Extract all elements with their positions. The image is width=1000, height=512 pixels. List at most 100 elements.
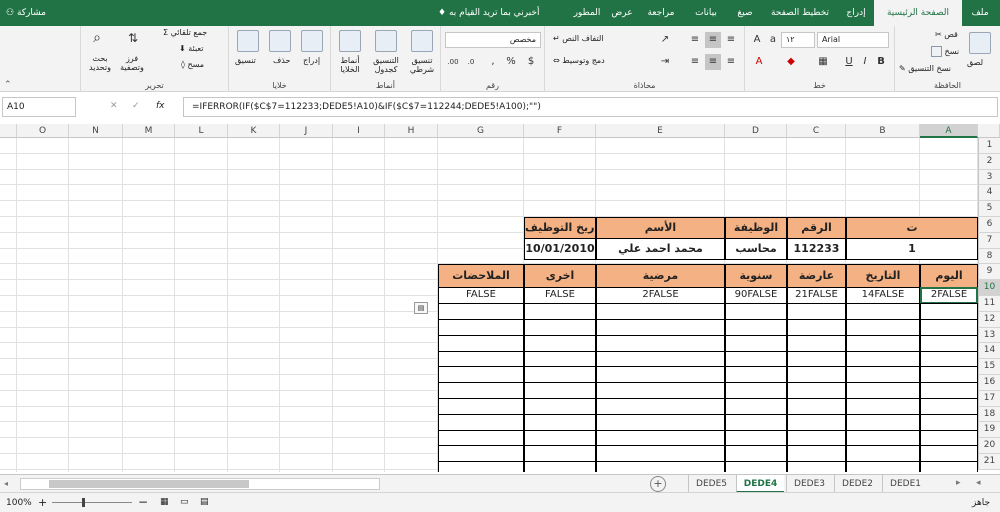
table-cell-empty[interactable] bbox=[725, 461, 787, 472]
table-cell-r10-c0[interactable]: 2FALSE bbox=[920, 287, 978, 305]
table-cell-empty[interactable] bbox=[787, 461, 846, 472]
row-header-10[interactable]: 10 bbox=[978, 280, 1000, 296]
column-header-m[interactable]: M bbox=[123, 124, 175, 138]
table-cell-empty[interactable] bbox=[438, 318, 524, 336]
table-cell-empty[interactable] bbox=[524, 445, 596, 463]
table-cell-empty[interactable] bbox=[524, 350, 596, 368]
insert-function-icon[interactable]: fx bbox=[156, 101, 165, 111]
table-cell-empty[interactable] bbox=[596, 334, 725, 352]
cut-button[interactable]: ✂ قص bbox=[935, 30, 958, 39]
page-break-view-icon[interactable]: ▦ bbox=[160, 497, 169, 507]
table-cell-empty[interactable] bbox=[438, 429, 524, 447]
normal-view-icon[interactable]: ▤ bbox=[200, 497, 209, 507]
column-header-f[interactable]: F bbox=[524, 124, 596, 138]
column-header-o[interactable]: O bbox=[17, 124, 69, 138]
font-color-icon[interactable]: A bbox=[751, 54, 767, 70]
column-header-g[interactable]: G bbox=[438, 124, 524, 138]
borders-icon[interactable]: ▦ bbox=[815, 54, 831, 70]
tab-insert[interactable]: إدراج bbox=[838, 0, 874, 26]
table-cell-empty[interactable] bbox=[787, 397, 846, 415]
indent-icon[interactable]: ⇥ bbox=[657, 54, 673, 70]
table-cell-empty[interactable] bbox=[787, 303, 846, 320]
table-cell-empty[interactable] bbox=[846, 318, 920, 336]
cancel-icon[interactable]: ✕ bbox=[110, 101, 118, 111]
collapse-ribbon-icon[interactable]: ⌃ bbox=[4, 80, 12, 90]
table-cell-empty[interactable] bbox=[787, 318, 846, 336]
table-cell-r10-c2[interactable]: 21FALSE bbox=[787, 287, 846, 305]
name-box[interactable]: A10 bbox=[2, 97, 76, 117]
table-cell-empty[interactable] bbox=[725, 413, 787, 431]
table-cell-empty[interactable] bbox=[846, 445, 920, 463]
table-cell-empty[interactable] bbox=[596, 303, 725, 320]
sheet-tab-dede2[interactable]: DEDE2 bbox=[834, 475, 880, 493]
column-header-n[interactable]: N bbox=[69, 124, 123, 138]
orientation-icon[interactable]: ↗ bbox=[657, 32, 673, 48]
conditional-format-button[interactable]: تنسيق شرطي bbox=[403, 56, 441, 74]
row-header-16[interactable]: 16 bbox=[978, 375, 1000, 391]
table-cell-empty[interactable] bbox=[920, 429, 978, 447]
page-layout-view-icon[interactable]: ▭ bbox=[180, 497, 189, 507]
fill-button[interactable]: ⬇ تعبئة bbox=[179, 44, 203, 53]
scroll-left-icon[interactable]: ◂ bbox=[4, 479, 12, 488]
zoom-level[interactable]: 100% bbox=[6, 498, 32, 508]
wrap-text-button[interactable]: ↵ التفاف النص bbox=[553, 34, 604, 43]
row-header-1[interactable]: 1 bbox=[978, 138, 1000, 154]
table-cell-empty[interactable] bbox=[524, 366, 596, 384]
currency-icon[interactable]: $ bbox=[523, 54, 539, 70]
column-header-e[interactable]: E bbox=[596, 124, 725, 138]
table-cell-empty[interactable] bbox=[596, 366, 725, 384]
insert-cells-button[interactable]: إدراج bbox=[303, 56, 320, 65]
format-as-table-button[interactable]: التنسيق كجدول bbox=[367, 56, 405, 74]
tell-me-box[interactable]: ♦ أخبرني بما تريد القيام به bbox=[438, 0, 539, 26]
sheet-nav-right-icon[interactable]: ▸ bbox=[956, 478, 961, 488]
percent-icon[interactable]: % bbox=[503, 54, 519, 70]
table-cell-empty[interactable] bbox=[438, 303, 524, 320]
enter-icon[interactable]: ✓ bbox=[132, 101, 140, 111]
row-header-8[interactable]: 8 bbox=[978, 248, 1000, 265]
table-cell-empty[interactable] bbox=[725, 334, 787, 352]
align-center-icon[interactable]: ≡ bbox=[705, 54, 721, 70]
table-cell-empty[interactable] bbox=[787, 382, 846, 399]
table-cell-empty[interactable] bbox=[920, 445, 978, 463]
table-cell-empty[interactable] bbox=[846, 334, 920, 352]
info-header-2[interactable]: الوظيفة bbox=[725, 217, 787, 240]
table-cell-empty[interactable] bbox=[438, 461, 524, 472]
table-cell-empty[interactable] bbox=[524, 461, 596, 472]
table-cell-empty[interactable] bbox=[524, 429, 596, 447]
align-right-icon[interactable]: ≡ bbox=[723, 54, 739, 70]
table-header-6[interactable]: الملاحضات bbox=[438, 264, 524, 289]
table-cell-empty[interactable] bbox=[725, 429, 787, 447]
font-size-combo[interactable]: ١٢ bbox=[781, 32, 815, 48]
info-header-3[interactable]: الأسم bbox=[596, 217, 725, 240]
table-cell-empty[interactable] bbox=[438, 350, 524, 368]
merge-center-button[interactable]: ⇔ دمج وتوسيط bbox=[553, 56, 605, 65]
paste-button[interactable]: لصق bbox=[967, 58, 983, 67]
tab-view[interactable]: عرض bbox=[606, 0, 638, 26]
row-header-9[interactable]: 9 bbox=[978, 264, 1000, 281]
info-value-0[interactable]: 1 bbox=[846, 238, 978, 260]
table-cell-empty[interactable] bbox=[920, 413, 978, 431]
increase-decimal-icon[interactable]: .0 bbox=[463, 54, 479, 70]
table-cell-empty[interactable] bbox=[846, 366, 920, 384]
number-format-combo[interactable]: مخصص bbox=[445, 32, 541, 48]
table-cell-empty[interactable] bbox=[596, 413, 725, 431]
font-name-combo[interactable]: Arial bbox=[817, 32, 889, 48]
sheet-tab-dede5[interactable]: DEDE5 bbox=[688, 475, 734, 493]
row-header-11[interactable]: 11 bbox=[978, 296, 1000, 312]
table-cell-empty[interactable] bbox=[920, 382, 978, 399]
sheet-tab-dede3[interactable]: DEDE3 bbox=[786, 475, 832, 493]
column-header-k[interactable]: K bbox=[228, 124, 280, 138]
sheet-tab-dede1[interactable]: DEDE1 bbox=[882, 475, 928, 493]
share-button[interactable]: ⚇ مشاركة bbox=[6, 0, 46, 26]
tab-data[interactable]: بيانات bbox=[684, 0, 728, 26]
row-header-13[interactable]: 13 bbox=[978, 327, 1000, 344]
table-cell-empty[interactable] bbox=[920, 397, 978, 415]
row-header-12[interactable]: 12 bbox=[978, 311, 1000, 328]
select-all-corner[interactable] bbox=[978, 124, 1000, 138]
row-header-5[interactable]: 5 bbox=[978, 201, 1000, 217]
align-top-icon[interactable]: ≡ bbox=[723, 32, 739, 48]
table-cell-empty[interactable] bbox=[438, 397, 524, 415]
table-cell-r10-c4[interactable]: 2FALSE bbox=[596, 287, 725, 305]
table-cell-empty[interactable] bbox=[524, 334, 596, 352]
table-cell-empty[interactable] bbox=[438, 413, 524, 431]
